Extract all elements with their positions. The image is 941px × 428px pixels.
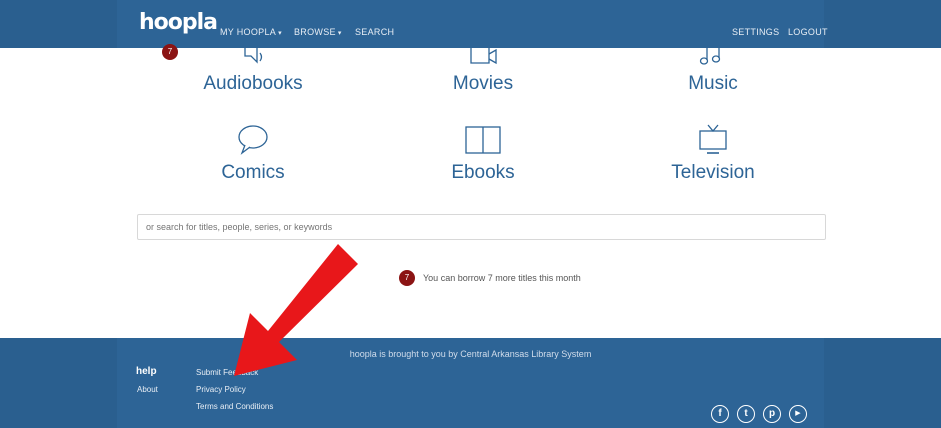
video-camera-icon	[470, 48, 497, 65]
pinterest-icon[interactable]: p	[763, 405, 781, 423]
search-input[interactable]	[137, 214, 826, 240]
book-icon	[465, 126, 501, 154]
speaker-icon	[244, 48, 263, 64]
submit-feedback-link[interactable]: Submit Feedback	[196, 368, 258, 377]
nav-browse-label: BROWSE	[294, 27, 336, 37]
about-link[interactable]: About	[137, 385, 158, 394]
nav-search-label: SEARCH	[355, 27, 395, 37]
category-comics[interactable]: Comics	[153, 124, 353, 184]
category-label: Music	[688, 73, 738, 94]
privacy-policy-link[interactable]: Privacy Policy	[196, 385, 246, 394]
chevron-down-icon: ▾	[337, 30, 342, 37]
speech-bubble-icon	[238, 125, 268, 155]
category-ebooks[interactable]: Ebooks	[383, 124, 583, 184]
facebook-icon[interactable]: f	[711, 405, 729, 423]
nav-settings[interactable]: SETTINGS	[732, 27, 779, 37]
category-movies[interactable]: Movies	[383, 48, 583, 98]
nav-my-hoopla[interactable]: MY HOOPLA ▾	[220, 27, 282, 37]
terms-link[interactable]: Terms and Conditions	[196, 402, 273, 411]
top-nav-inner	[117, 0, 824, 48]
borrow-count-badge: 7	[399, 269, 415, 286]
tv-icon	[699, 124, 727, 154]
youtube-icon[interactable]: ▶	[789, 405, 807, 423]
category-label: Movies	[452, 73, 514, 94]
help-icon[interactable]: help	[136, 366, 158, 380]
borrow-notice: 7 You can borrow 7 more titles this month	[399, 269, 581, 287]
borrow-text: You can borrow 7 more titles this month	[423, 272, 581, 283]
category-music[interactable]: Music	[613, 48, 813, 98]
category-television[interactable]: Television	[613, 124, 813, 184]
music-note-icon	[699, 48, 721, 65]
category-label: Television	[671, 162, 755, 183]
category-label: Audiobooks	[203, 73, 303, 94]
nav-search[interactable]: SEARCH	[355, 27, 394, 37]
category-label: Comics	[221, 162, 285, 183]
nav-my-hoopla-label: MY HOOPLA	[220, 27, 277, 37]
twitter-icon[interactable]: t	[737, 405, 755, 423]
nav-browse[interactable]: BROWSE ▾	[294, 27, 342, 37]
hoopla-logo[interactable]: hoopla	[139, 10, 218, 35]
nav-logout[interactable]: LOGOUT	[788, 27, 828, 37]
chevron-down-icon: ▾	[278, 30, 282, 37]
category-audiobooks[interactable]: Audiobooks	[153, 48, 353, 98]
help-label: help	[136, 366, 157, 377]
category-label: Ebooks	[451, 162, 515, 183]
library-credit: hoopla is brought to you by Central Arka…	[349, 349, 592, 359]
